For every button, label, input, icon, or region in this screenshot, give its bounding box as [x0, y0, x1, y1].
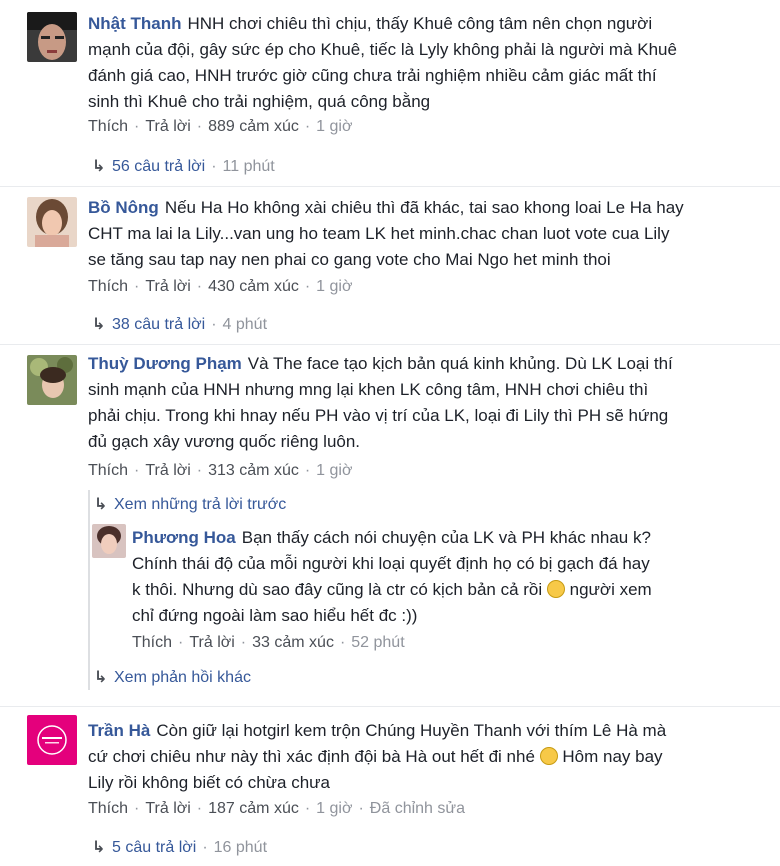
timestamp[interactable]: 1 giờ [316, 278, 352, 295]
timestamp[interactable]: 1 giờ [316, 118, 352, 135]
reply-link[interactable]: Trả lời [145, 462, 190, 479]
like-link[interactable]: Thích [88, 462, 128, 479]
comment-actions: Thích · Trả lời · 187 cảm xúc · 1 giờ · Đã chỉnh… [88, 800, 465, 817]
reply-arrow-icon: ↳ [94, 669, 108, 686]
reply-link[interactable]: Trả lời [145, 118, 190, 135]
author-name[interactable]: Bồ Nông [88, 198, 159, 217]
comment-2: Bồ Nông Nếu Ha Ho không xài chiêu thì đã … [0, 186, 780, 344]
avatar[interactable] [27, 715, 77, 765]
comment-3: Thuỳ Dương Phạm Và The face tạo kịch bản … [0, 344, 780, 706]
author-name[interactable]: Nhật Thanh [88, 14, 182, 33]
reactions-count[interactable]: 889 cảm xúc [208, 118, 299, 135]
comment-actions: Thích · Trả lời · 313 cảm xúc · 1 giờ [88, 462, 353, 479]
view-replies-link[interactable]: ↳ 5 câu trả lời · 16 phút [92, 837, 267, 857]
reactions-count[interactable]: 430 cảm xúc [208, 278, 299, 295]
avatar[interactable] [27, 355, 77, 405]
view-replies-link[interactable]: ↳ 56 câu trả lời · 11 phút [92, 156, 275, 176]
reply-link[interactable]: Trả lời [145, 278, 190, 295]
emoji-icon [546, 580, 565, 598]
reactions-count[interactable]: 33 cảm xúc [252, 634, 334, 651]
comment-actions: Thích · Trả lời · 889 cảm xúc · 1 giờ [88, 118, 353, 135]
comment-4: Trần Hà Còn giữ lại hotgirl kem trộn Chún… [0, 706, 780, 866]
reply-text: Phương Hoa Bạn thấy cách nói chuyện của L… [132, 528, 652, 625]
like-link[interactable]: Thích [88, 118, 128, 135]
comment-text: Thuỳ Dương Phạm Và The face tạo kịch bản … [88, 354, 673, 451]
comment-1: Nhật Thanh HNH chơi chiêu thì chịu, thấy … [0, 0, 780, 186]
thread-line [88, 490, 90, 690]
reactions-count[interactable]: 313 cảm xúc [208, 462, 299, 479]
reactions-count[interactable]: 187 cảm xúc [208, 800, 299, 817]
comment-actions: Thích · Trả lời · 430 cảm xúc · 1 giờ [88, 278, 353, 295]
more-replies-link[interactable]: ↳ Xem phản hồi khác [94, 667, 251, 687]
timestamp[interactable]: 1 giờ [316, 800, 352, 817]
reply-link[interactable]: Trả lời [189, 634, 234, 651]
reply-arrow-icon: ↳ [92, 316, 106, 333]
avatar[interactable] [27, 197, 77, 247]
author-name[interactable]: Trần Hà [88, 721, 150, 740]
author-name[interactable]: Phương Hoa [132, 528, 236, 547]
view-replies-link[interactable]: ↳ 38 câu trả lời · 4 phút [92, 314, 267, 334]
avatar[interactable] [92, 524, 126, 558]
like-link[interactable]: Thích [88, 800, 128, 817]
edited-label[interactable]: Đã chỉnh sửa [370, 800, 465, 817]
reply-arrow-icon: ↳ [92, 839, 106, 856]
comment-text: Trần Hà Còn giữ lại hotgirl kem trộn Chún… [88, 721, 667, 792]
like-link[interactable]: Thích [88, 278, 128, 295]
prev-replies-link[interactable]: ↳ Xem những trả lời trước [94, 494, 286, 514]
reply-arrow-icon: ↳ [94, 496, 108, 513]
comment-text: Bồ Nông Nếu Ha Ho không xài chiêu thì đã … [88, 198, 684, 269]
emoji-icon [539, 747, 558, 765]
reply-arrow-icon: ↳ [92, 158, 106, 175]
avatar[interactable] [27, 12, 77, 62]
timestamp[interactable]: 52 phút [351, 634, 404, 651]
like-link[interactable]: Thích [132, 634, 172, 651]
timestamp[interactable]: 1 giờ [316, 462, 352, 479]
reply-actions: Thích · Trả lời · 33 cảm xúc · 52 phút [132, 634, 405, 651]
reply-link[interactable]: Trả lời [145, 800, 190, 817]
author-name[interactable]: Thuỳ Dương Phạm [88, 354, 242, 373]
comment-text: Nhật Thanh HNH chơi chiêu thì chịu, thấy … [88, 14, 677, 111]
